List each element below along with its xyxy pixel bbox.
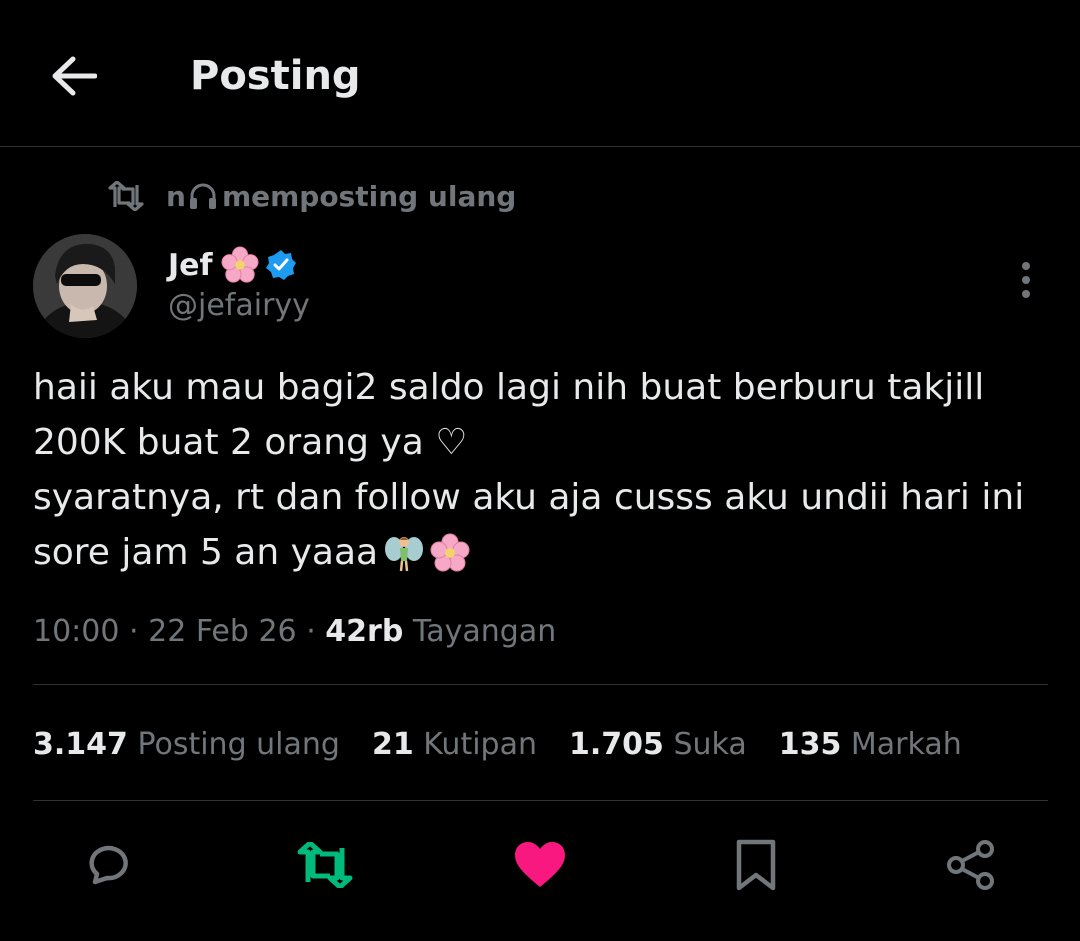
likes-count: 1.705	[568, 727, 664, 762]
share-button[interactable]	[936, 830, 1006, 900]
post-text-line: syaratnya, rt dan follow aku aja cusss a…	[33, 477, 1025, 518]
author-name[interactable]: Jef	[168, 248, 213, 283]
verified-badge-icon	[265, 250, 296, 280]
likes-stat[interactable]: 1.705 Suka	[569, 722, 747, 768]
quotes-count: 21	[371, 727, 414, 762]
reply-button[interactable]	[73, 830, 143, 900]
separator: ·	[129, 614, 139, 649]
engagement-stats: 3.147 Posting ulang 21 Kutipan 1.705 Suk…	[33, 722, 994, 768]
post-text-line-last: sore jam 5 an yaaa	[33, 525, 1043, 580]
action-bar	[0, 830, 1080, 900]
fairy-icon	[385, 536, 424, 571]
quotes-stat[interactable]: 21 Kutipan	[372, 722, 537, 768]
repost-label: memposting ulang	[221, 179, 517, 213]
more-vertical-icon	[1022, 262, 1030, 298]
bookmarks-count: 135	[778, 727, 842, 762]
more-options-button[interactable]	[1004, 252, 1048, 308]
arrow-left-icon	[52, 56, 97, 96]
reposts-stat[interactable]: 3.147 Posting ulang	[33, 722, 340, 768]
views-label: Tayangan	[412, 614, 557, 649]
post-text-line: haii aku mau bagi2 saldo lagi nih buat b…	[33, 367, 985, 408]
like-button[interactable]	[505, 830, 575, 900]
bookmarks-label: Markah	[850, 727, 962, 762]
reposts-label: Posting ulang	[137, 727, 340, 762]
post-text: haii aku mau bagi2 saldo lagi nih buat b…	[33, 360, 1043, 580]
headphones-icon	[189, 183, 216, 209]
bookmarks-stat[interactable]: 135 Markah	[779, 722, 962, 768]
post-date: 22 Feb 26	[148, 614, 297, 649]
post-time: 10:00	[33, 614, 120, 649]
quotes-label: Kutipan	[423, 727, 537, 762]
repost-indicator[interactable]: n memposting ulang	[106, 172, 516, 220]
share-icon	[947, 840, 994, 890]
post-text-line: 200K buat 2 orang ya ♡	[33, 422, 468, 463]
repost-icon	[297, 842, 353, 888]
separator: ·	[306, 614, 316, 649]
avatar[interactable]	[33, 234, 137, 338]
reply-icon	[89, 845, 128, 885]
post-meta: 10:00 · 22 Feb 26 · 42rb Tayangan	[33, 610, 556, 654]
divider	[33, 684, 1048, 685]
repost-button[interactable]	[290, 830, 360, 900]
author-block: Jef @jefairyy	[168, 244, 310, 323]
repost-icon	[106, 176, 146, 216]
page-title: Posting	[190, 53, 361, 99]
post-text-segment: sore jam 5 an yaaa	[33, 532, 379, 573]
author-handle[interactable]: @jefairyy	[168, 288, 310, 323]
reposts-count: 3.147	[33, 727, 128, 762]
views-count: 42rb	[325, 614, 404, 649]
likes-label: Suka	[673, 727, 747, 762]
divider	[33, 800, 1048, 801]
cherry-blossom-icon	[430, 533, 470, 571]
cherry-blossom-icon	[221, 246, 259, 283]
top-bar: Posting	[0, 0, 1080, 147]
bookmark-button[interactable]	[721, 830, 791, 900]
like-icon	[515, 842, 565, 887]
bookmark-icon	[736, 839, 776, 891]
back-button[interactable]	[44, 46, 104, 106]
repost-user-name[interactable]: n	[166, 180, 186, 213]
